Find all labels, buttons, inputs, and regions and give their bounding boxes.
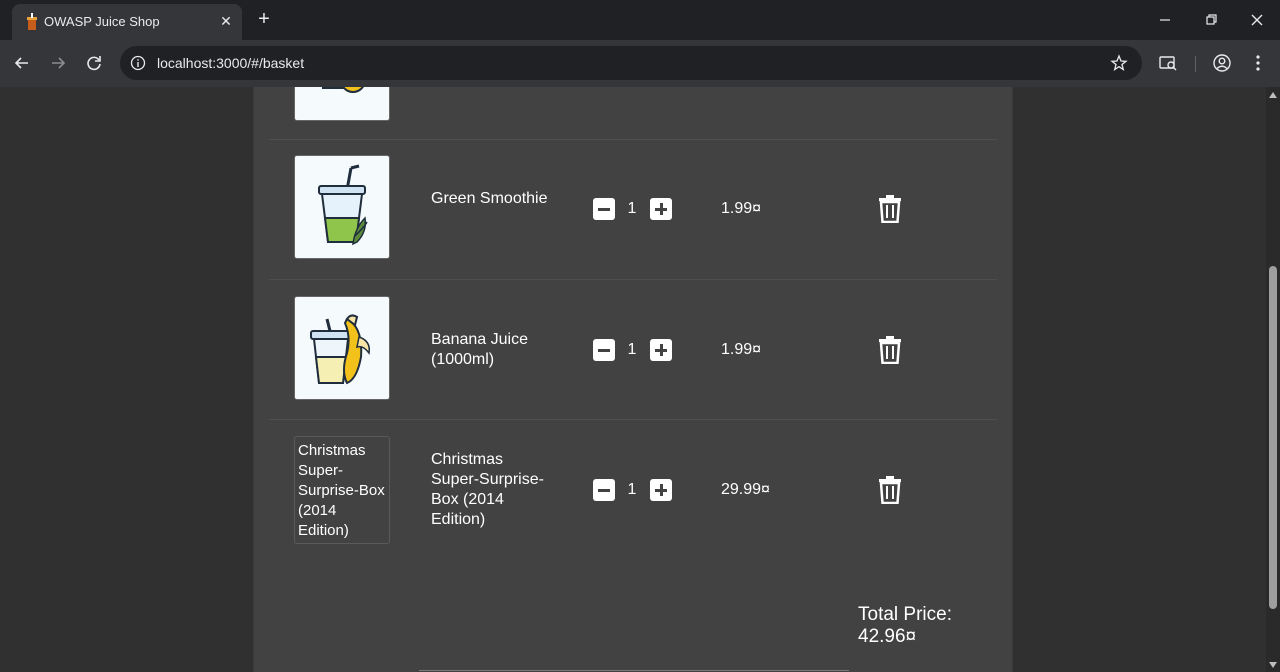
browser-toolbar: localhost:3000/#/basket [0, 40, 1280, 87]
decrease-quantity-button[interactable] [593, 198, 615, 220]
delete-item-icon[interactable] [878, 336, 902, 364]
tab-title: OWASP Juice Shop [44, 14, 160, 29]
scrollbar-thumb[interactable] [1269, 266, 1277, 609]
forward-icon[interactable] [47, 52, 69, 74]
browser-tabstrip: OWASP Juice Shop ✕ + [0, 0, 1280, 40]
minimize-icon[interactable] [1153, 8, 1177, 32]
browser-tab[interactable]: OWASP Juice Shop ✕ [12, 4, 242, 40]
close-window-icon[interactable] [1245, 8, 1269, 32]
row-divider [269, 279, 997, 280]
product-name: Green Smoothie [431, 190, 548, 207]
product-name: Banana Juice (1000ml) [431, 331, 528, 368]
page-scrollbar[interactable] [1266, 87, 1280, 672]
row-divider [269, 139, 997, 140]
product-price: 29.99¤ [721, 481, 770, 498]
tab-search-icon[interactable] [1158, 53, 1178, 73]
total-price: Total Price: 42.96¤ [858, 604, 952, 647]
page-viewport: Green Smoothie 1 1.99¤ Banana Juice (100… [0, 87, 1266, 672]
quantity-value: 1 [627, 481, 637, 498]
increase-quantity-button[interactable] [650, 339, 672, 361]
address-bar[interactable]: localhost:3000/#/basket [120, 46, 1142, 80]
close-tab-icon[interactable]: ✕ [218, 13, 234, 29]
profile-icon[interactable] [1212, 53, 1232, 73]
scroll-down-arrow-icon[interactable] [1268, 660, 1278, 670]
toolbar-separator [1195, 56, 1196, 72]
product-image [294, 296, 390, 400]
row-divider [269, 419, 997, 420]
delete-item-icon[interactable] [878, 195, 902, 223]
product-image [294, 155, 390, 259]
quantity-value: 1 [627, 200, 637, 217]
increase-quantity-button[interactable] [650, 198, 672, 220]
back-icon[interactable] [11, 52, 33, 74]
delete-item-icon[interactable] [878, 476, 902, 504]
menu-icon[interactable] [1248, 53, 1268, 73]
banana-juice-icon [310, 314, 371, 385]
reload-icon[interactable] [83, 52, 105, 74]
increase-quantity-button[interactable] [650, 479, 672, 501]
product-price: 1.99¤ [721, 200, 762, 217]
scroll-up-arrow-icon[interactable] [1268, 90, 1278, 100]
product-image-partial [294, 87, 390, 121]
restore-icon[interactable] [1199, 8, 1223, 32]
site-info-icon[interactable] [130, 55, 146, 71]
url-text[interactable]: localhost:3000/#/basket [157, 55, 304, 71]
green-smoothie-icon [318, 164, 368, 246]
decrease-quantity-button[interactable] [593, 339, 615, 361]
new-tab-icon[interactable]: + [254, 9, 274, 30]
image-alt-text: Christmas Super-Surprise-Box (2014 Editi… [298, 442, 385, 539]
quantity-value: 1 [627, 341, 637, 358]
product-name: Christmas Super-Surprise-Box (2014 Editi… [431, 451, 544, 528]
checkout-divider [419, 670, 849, 671]
lemon-juice-icon [322, 87, 364, 93]
bookmark-star-icon[interactable] [1110, 54, 1128, 72]
basket-card: Green Smoothie 1 1.99¤ Banana Juice (100… [253, 87, 1013, 672]
product-price: 1.99¤ [721, 341, 762, 358]
juice-shop-favicon-icon [27, 13, 37, 30]
product-image-broken: Christmas Super-Surprise-Box (2014 Editi… [294, 436, 390, 544]
decrease-quantity-button[interactable] [593, 479, 615, 501]
